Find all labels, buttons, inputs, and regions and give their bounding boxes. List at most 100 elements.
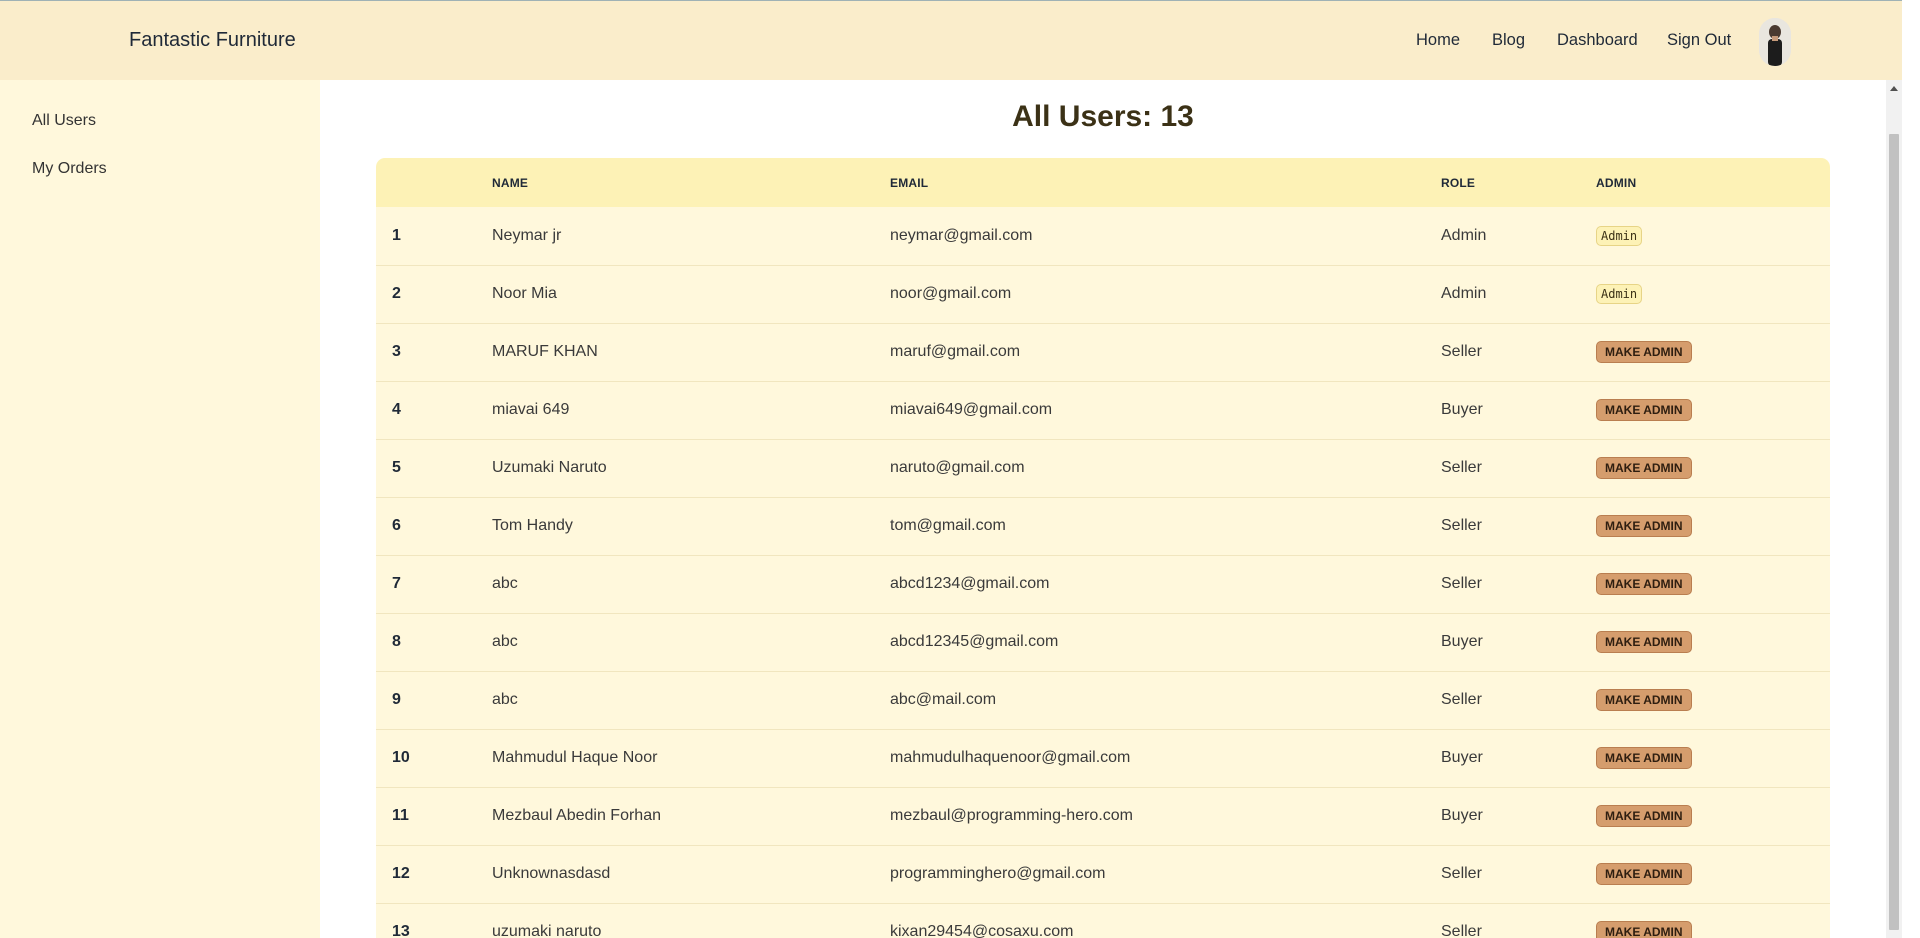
table-row: 8 abc abcd12345@gmail.com Buyer Make Admin — [376, 613, 1830, 671]
vertical-scrollbar[interactable] — [1886, 80, 1902, 938]
user-role-cell: Buyer — [1441, 633, 1483, 650]
row-index: 3 — [392, 343, 401, 360]
user-role-cell: Seller — [1441, 865, 1482, 882]
row-index: 9 — [392, 691, 401, 708]
make-admin-button[interactable]: Make Admin — [1596, 805, 1692, 827]
make-admin-button[interactable]: Make Admin — [1596, 573, 1692, 595]
user-name-cell: MARUF KHAN — [492, 343, 598, 360]
table-row: 11 Mezbaul Abedin Forhan mezbaul@programmi… — [376, 787, 1830, 845]
column-header-name: Name — [492, 175, 529, 190]
make-admin-button[interactable]: Make Admin — [1596, 921, 1692, 938]
admin-cell: Make Admin — [1596, 323, 1830, 381]
user-email-cell: abcd1234@gmail.com — [890, 575, 1050, 592]
admin-cell: Make Admin — [1596, 497, 1830, 555]
users-table: Name Email Role Admin 1 Neymar jr neymar@g… — [376, 158, 1830, 938]
make-admin-button[interactable]: Make Admin — [1596, 399, 1692, 421]
user-role-cell: Buyer — [1441, 401, 1483, 418]
make-admin-button[interactable]: Make Admin — [1596, 631, 1692, 653]
admin-cell: Admin — [1596, 207, 1830, 265]
user-name-cell: abc — [492, 633, 518, 650]
row-index: 13 — [392, 923, 410, 938]
admin-cell: Make Admin — [1596, 671, 1830, 729]
table-row: 2 Noor Mia noor@gmail.com Admin Admin — [376, 265, 1830, 323]
nav-sign-out-link[interactable]: Sign Out — [1667, 31, 1731, 50]
user-email-cell: naruto@gmail.com — [890, 459, 1025, 476]
user-name-cell: Mahmudul Haque Noor — [492, 749, 658, 766]
page-title: All Users: 13 — [1012, 100, 1194, 133]
make-admin-button[interactable]: Make Admin — [1596, 747, 1692, 769]
user-role-cell: Admin — [1441, 285, 1487, 302]
table-header-row: Name Email Role Admin — [376, 158, 1830, 207]
user-role-cell: Seller — [1441, 691, 1482, 708]
make-admin-button[interactable]: Make Admin — [1596, 457, 1692, 479]
user-role-cell: Buyer — [1441, 807, 1483, 824]
user-email-cell: programminghero@gmail.com — [890, 865, 1106, 882]
user-email-cell: tom@gmail.com — [890, 517, 1006, 534]
users-table-container: Name Email Role Admin 1 Neymar jr neymar@g… — [376, 158, 1830, 938]
user-name-cell: Noor Mia — [492, 285, 557, 302]
user-name-cell: Uzumaki Naruto — [492, 459, 607, 476]
user-name-cell: Mezbaul Abedin Forhan — [492, 807, 661, 824]
nav-home-link[interactable]: Home — [1416, 31, 1460, 50]
scrollbar-thumb[interactable] — [1889, 134, 1899, 930]
make-admin-button[interactable]: Make Admin — [1596, 689, 1692, 711]
table-row: 5 Uzumaki Naruto naruto@gmail.com Seller Mak… — [376, 439, 1830, 497]
table-row: 1 Neymar jr neymar@gmail.com Admin Admin — [376, 207, 1830, 265]
nav-blog-link[interactable]: Blog — [1492, 31, 1525, 50]
make-admin-button[interactable]: Make Admin — [1596, 863, 1692, 885]
row-index: 10 — [392, 749, 410, 766]
user-email-cell: noor@gmail.com — [890, 285, 1012, 302]
row-index: 4 — [392, 401, 401, 418]
make-admin-button[interactable]: Make Admin — [1596, 515, 1692, 537]
user-email-cell: abc@mail.com — [890, 691, 997, 708]
column-header-index — [376, 158, 492, 207]
row-index: 6 — [392, 517, 401, 534]
row-index: 8 — [392, 633, 401, 650]
table-body: 1 Neymar jr neymar@gmail.com Admin Admin 2 Noo… — [376, 207, 1830, 938]
sidebar-item-my-orders[interactable]: My Orders — [32, 160, 107, 178]
admin-cell: Make Admin — [1596, 845, 1830, 903]
nav-dashboard-link[interactable]: Dashboard — [1557, 31, 1638, 50]
window-edge — [1902, 0, 1920, 938]
user-name-cell: Neymar jr — [492, 226, 562, 244]
table-row: 4 miavai 649 miavai649@gmail.com Buyer Make … — [376, 381, 1830, 439]
user-name-cell: Unknownasdasd — [492, 865, 611, 882]
main-content: All Users: 13 Name Email Role Admin 1 Ney… — [320, 80, 1886, 938]
row-index: 12 — [392, 865, 410, 882]
sidebar: All Users My Orders — [0, 80, 320, 938]
row-index: 1 — [392, 226, 401, 244]
user-role-cell: Seller — [1441, 343, 1482, 360]
column-header-email: Email — [890, 175, 929, 190]
make-admin-button[interactable]: Make Admin — [1596, 341, 1692, 363]
table-row: 6 Tom Handy tom@gmail.com Seller Make Admin — [376, 497, 1830, 555]
user-email-cell: kixan29454@cosaxu.com — [890, 923, 1074, 938]
column-header-role: Role — [1441, 175, 1476, 190]
user-email-cell: abcd12345@gmail.com — [890, 633, 1059, 650]
user-role-cell: Seller — [1441, 923, 1482, 938]
admin-cell: Make Admin — [1596, 787, 1830, 845]
admin-cell: Make Admin — [1596, 555, 1830, 613]
table-row: 7 abc abcd1234@gmail.com Seller Make Admin — [376, 555, 1830, 613]
user-role-cell: Buyer — [1441, 749, 1483, 766]
admin-cell: Make Admin — [1596, 439, 1830, 497]
user-role-cell: Admin — [1441, 226, 1487, 244]
user-name-cell: miavai 649 — [492, 401, 570, 418]
user-role-cell: Seller — [1441, 575, 1482, 592]
user-email-cell: mezbaul@programming-hero.com — [890, 807, 1133, 824]
admin-cell: Admin — [1596, 265, 1830, 323]
navbar: Fantastic Furniture Home Blog Dashboard … — [0, 1, 1902, 80]
user-name-cell: Tom Handy — [492, 517, 573, 534]
table-row: 13 uzumaki naruto kixan29454@cosaxu.com Sel… — [376, 903, 1830, 938]
user-email-cell: miavai649@gmail.com — [890, 401, 1053, 418]
user-role-cell: Seller — [1441, 459, 1482, 476]
column-header-admin: Admin — [1596, 175, 1637, 190]
user-avatar[interactable] — [1759, 18, 1791, 66]
admin-badge: Admin — [1596, 225, 1643, 246]
user-name-cell: abc — [492, 575, 518, 592]
user-email-cell: neymar@gmail.com — [890, 226, 1033, 244]
user-email-cell: mahmudulhaquenoor@gmail.com — [890, 749, 1131, 766]
nav-links: Home Blog Dashboard Sign Out — [0, 31, 1902, 55]
sidebar-item-all-users[interactable]: All Users — [32, 112, 96, 130]
row-index: 5 — [392, 459, 401, 476]
scroll-up-arrow-icon[interactable] — [1890, 86, 1898, 91]
